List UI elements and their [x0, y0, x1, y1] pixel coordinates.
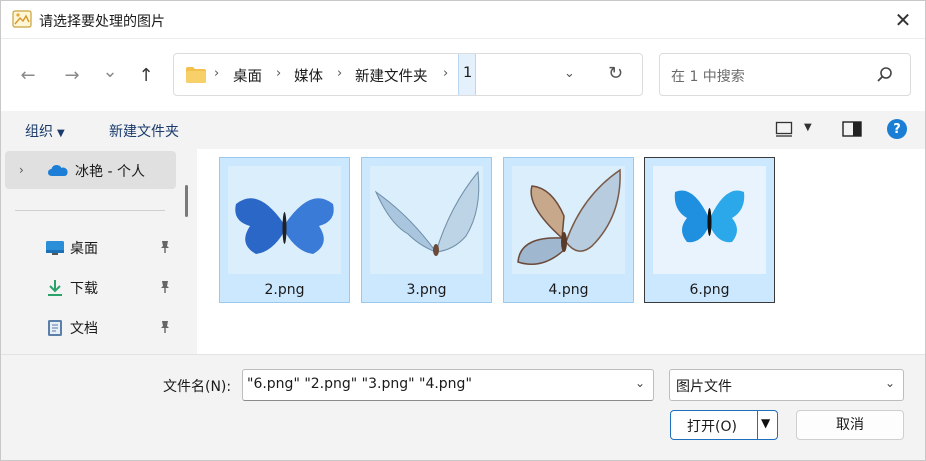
breadcrumb-new-folder[interactable]: 新建文件夹: [355, 65, 428, 86]
dialog-footer: 文件名(N): "6.png" "2.png" "3.png" "4.png" …: [1, 354, 925, 460]
cloud-icon: [48, 165, 68, 176]
arrow-up-icon: ↑: [138, 64, 154, 86]
pin-icon[interactable]: [159, 280, 171, 294]
view-mode-icon[interactable]: [775, 121, 793, 137]
filetype-select[interactable]: 图片文件 ⌄: [669, 369, 904, 401]
file-name: 6.png: [689, 282, 730, 298]
command-bar: 组织 ▼ 新建文件夹 ▼ ?: [1, 111, 925, 149]
image-thumbnail: [512, 166, 625, 274]
arrow-left-icon: ←: [20, 64, 36, 86]
open-button-label: 打开(O): [687, 419, 737, 435]
chevron-down-icon[interactable]: ⌄: [635, 376, 645, 390]
new-folder-button[interactable]: 新建文件夹: [109, 121, 179, 141]
view-options-caret[interactable]: ▼: [804, 122, 812, 133]
file-tile[interactable]: 6.png: [644, 157, 775, 303]
file-name: 3.png: [406, 282, 447, 298]
butterfly-thumbnail-icon: [374, 170, 480, 256]
folder-icon: [186, 67, 206, 83]
address-history-button[interactable]: ⌄: [564, 66, 575, 81]
sidebar-item-onedrive[interactable]: › 冰艳 - 个人: [5, 151, 176, 189]
sidebar-scrollbar[interactable]: [185, 185, 188, 217]
file-name: 2.png: [264, 282, 305, 298]
butterfly-thumbnail-icon: [517, 168, 621, 265]
chevron-down-icon: ⌄: [884, 376, 895, 390]
pin-icon[interactable]: [159, 240, 171, 254]
search-icon: [877, 67, 892, 82]
breadcrumb-separator: ›: [214, 66, 220, 81]
sidebar-item-downloads[interactable]: 下载: [5, 270, 176, 306]
split-divider: [757, 411, 758, 439]
filename-value: "6.png" "2.png" "3.png" "4.png": [247, 376, 472, 392]
title-bar: 请选择要处理的图片 ✕: [1, 1, 925, 39]
help-glyph: ?: [893, 121, 901, 137]
sidebar-item-label: 冰艳 - 个人: [75, 164, 145, 180]
search-placeholder: 在 1 中搜索: [671, 69, 745, 85]
file-open-dialog: 请选择要处理的图片 ✕ ← → ⌄ ↑ › 桌面 › 媒体 › 新建文件夹 › …: [0, 0, 926, 461]
search-box[interactable]: 在 1 中搜索: [659, 53, 911, 96]
sidebar-divider: [15, 210, 165, 211]
back-button[interactable]: ←: [15, 63, 41, 87]
cancel-button[interactable]: 取消: [796, 410, 904, 440]
refresh-icon[interactable]: ↻: [608, 63, 623, 84]
file-tile[interactable]: 4.png: [503, 157, 634, 303]
image-thumbnail: [228, 166, 341, 274]
breadcrumb-current-label: 1: [463, 65, 473, 81]
image-thumbnail: [653, 166, 766, 274]
chevron-down-icon: ⌄: [102, 60, 118, 82]
sidebar-item-label: 文档: [70, 321, 98, 337]
navigation-pane: › 冰艳 - 个人 桌面 下载 文档: [1, 149, 196, 354]
file-name: 4.png: [548, 282, 589, 298]
file-list: 2.png 3.png 4.png 6.png: [197, 149, 925, 354]
up-button[interactable]: ↑: [133, 63, 159, 87]
breadcrumb-separator: ›: [276, 66, 282, 81]
breadcrumb-media[interactable]: 媒体: [294, 65, 323, 86]
organize-button[interactable]: 组织 ▼: [25, 121, 65, 141]
open-button[interactable]: 打开(O) ▼: [670, 410, 778, 440]
navigation-bar: ← → ⌄ ↑ › 桌面 › 媒体 › 新建文件夹 › 1 ⌄ ↻ 在 1 中搜…: [1, 39, 925, 111]
sidebar-item-label: 下载: [70, 281, 98, 297]
sidebar-item-documents[interactable]: 文档: [5, 310, 176, 346]
sidebar-item-desktop[interactable]: 桌面: [5, 230, 176, 266]
desktop-icon: [46, 241, 64, 255]
pin-icon[interactable]: [159, 320, 171, 334]
caret-down-icon: ▼: [57, 128, 65, 139]
filename-input[interactable]: "6.png" "2.png" "3.png" "4.png" ⌄: [242, 369, 654, 401]
sidebar-item-label: 桌面: [70, 241, 98, 257]
image-thumbnail: [370, 166, 483, 274]
caret-down-icon[interactable]: ▼: [761, 416, 770, 430]
recent-locations-button[interactable]: ⌄: [97, 59, 123, 83]
close-icon: ✕: [894, 8, 912, 32]
breadcrumb-current[interactable]: 1: [458, 54, 476, 95]
help-icon[interactable]: ?: [887, 119, 907, 139]
breadcrumb-separator: ›: [443, 66, 449, 81]
window-title: 请选择要处理的图片: [39, 14, 165, 30]
filetype-value: 图片文件: [676, 379, 732, 395]
organize-label: 组织: [25, 124, 53, 140]
butterfly-thumbnail-icon: [235, 198, 334, 254]
image-app-icon: [12, 10, 32, 28]
arrow-right-icon: →: [64, 64, 80, 86]
file-tile[interactable]: 2.png: [219, 157, 350, 303]
butterfly-thumbnail-icon: [674, 190, 745, 243]
preview-pane-icon[interactable]: [842, 121, 862, 137]
forward-button[interactable]: →: [59, 63, 85, 87]
filename-label: 文件名(N):: [163, 379, 232, 395]
breadcrumb-separator: ›: [337, 66, 343, 81]
breadcrumb-desktop[interactable]: 桌面: [233, 65, 262, 86]
chevron-right-icon[interactable]: ›: [19, 163, 24, 177]
close-button[interactable]: ✕: [889, 7, 917, 33]
download-icon: [48, 280, 62, 296]
file-tile[interactable]: 3.png: [361, 157, 492, 303]
address-bar[interactable]: › 桌面 › 媒体 › 新建文件夹 › 1 ⌄ ↻: [173, 53, 643, 96]
document-icon: [48, 320, 62, 336]
